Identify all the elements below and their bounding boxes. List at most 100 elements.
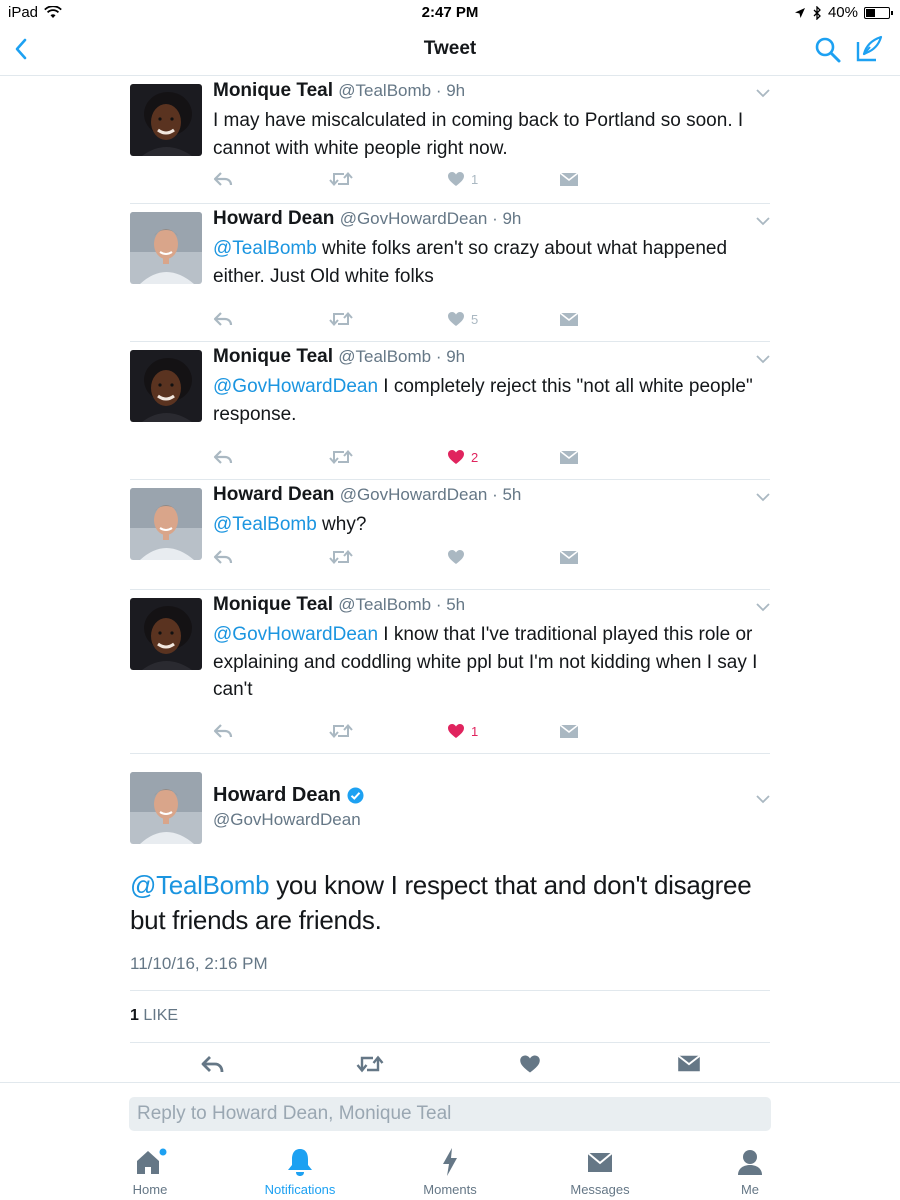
avatar[interactable] — [130, 350, 202, 422]
focused-tweet-actions — [130, 1054, 770, 1080]
author-name[interactable]: Monique Teal — [213, 594, 333, 615]
nav-bar: Tweet — [0, 26, 900, 76]
likes-summary[interactable]: 1 LIKE — [130, 1007, 178, 1025]
like-count: 5 — [471, 311, 479, 327]
reply-icon — [213, 450, 233, 464]
avatar[interactable] — [130, 84, 202, 156]
tab-me[interactable]: Me — [690, 1146, 810, 1197]
message-button[interactable] — [559, 168, 579, 190]
chevron-down-icon[interactable] — [756, 492, 770, 502]
author-name-label: Howard Dean — [213, 784, 341, 806]
heart-icon — [448, 450, 464, 464]
tweet-text: @TealBomb why? — [213, 511, 758, 539]
reply-icon[interactable] — [200, 1054, 224, 1074]
reply-input[interactable]: Reply to Howard Dean, Monique Teal — [129, 1097, 771, 1131]
chevron-down-icon[interactable] — [756, 88, 770, 98]
avatar[interactable] — [130, 212, 202, 284]
like-count: 1 — [471, 723, 479, 739]
reply-icon — [213, 724, 233, 738]
message-button[interactable] — [559, 308, 579, 330]
like-button[interactable]: 5 — [447, 308, 478, 330]
author-name[interactable]: Howard Dean — [213, 484, 334, 505]
tweet-actions — [213, 546, 593, 568]
tweet[interactable]: Monique Teal @TealBomb · 5h @GovHowardDe… — [130, 590, 770, 754]
tweet-text: @GovHowardDean I know that I've traditio… — [213, 621, 758, 704]
tab-messages[interactable]: Messages — [540, 1146, 660, 1197]
retweet-icon — [329, 171, 353, 187]
message-button[interactable] — [559, 546, 579, 568]
mention-link[interactable]: @TealBomb — [213, 238, 317, 259]
mention-link[interactable]: @GovHowardDean — [213, 376, 378, 397]
home-icon — [137, 1148, 167, 1174]
reply-button[interactable] — [213, 446, 233, 468]
retweet-icon — [329, 311, 353, 327]
mention-link[interactable]: @TealBomb — [213, 514, 317, 535]
tweet-time: · 9h — [435, 81, 466, 100]
tweet-text: @TealBomb white folks aren't so crazy ab… — [213, 235, 758, 290]
retweet-button[interactable] — [329, 446, 353, 468]
tab-notifications[interactable]: Notifications — [240, 1146, 360, 1197]
author-name[interactable]: Howard Dean — [213, 784, 364, 807]
mention-link[interactable]: @GovHowardDean — [213, 624, 378, 645]
avatar[interactable] — [130, 772, 202, 844]
tweet-body: I may have miscalculated in coming back … — [213, 110, 744, 159]
tweet[interactable]: Howard Dean @GovHowardDean · 5h @TealBom… — [130, 480, 770, 590]
heart-icon[interactable] — [519, 1054, 541, 1074]
tweet-header: Howard Dean @GovHowardDean · 9h — [213, 208, 521, 230]
like-button[interactable]: 1 — [447, 720, 478, 742]
chevron-down-icon[interactable] — [756, 602, 770, 612]
chevron-down-icon[interactable] — [756, 216, 770, 226]
bluetooth-icon — [813, 5, 821, 20]
author-name[interactable]: Monique Teal — [213, 80, 333, 101]
retweet-button[interactable] — [329, 546, 353, 568]
reply-icon — [213, 550, 233, 564]
battery-percent: 40% — [827, 4, 858, 21]
chevron-down-icon[interactable] — [756, 354, 770, 364]
author-name[interactable]: Monique Teal — [213, 346, 333, 367]
retweet-button[interactable] — [329, 308, 353, 330]
compose-tweet-icon[interactable] — [854, 34, 884, 64]
avatar[interactable] — [130, 488, 202, 560]
like-button[interactable] — [447, 546, 471, 568]
tweet[interactable]: Howard Dean @GovHowardDean · 9h @TealBom… — [130, 204, 770, 342]
reply-button[interactable] — [213, 720, 233, 742]
author-name[interactable]: Howard Dean — [213, 208, 334, 229]
envelope-icon[interactable] — [677, 1054, 701, 1073]
mention-link[interactable]: @TealBomb — [130, 870, 270, 900]
like-button[interactable]: 1 — [447, 168, 478, 190]
tweet-header: Howard Dean @GovHowardDean · 5h — [213, 484, 521, 506]
tweet-actions: 2 — [213, 446, 593, 468]
divider — [130, 990, 770, 991]
like-count: 2 — [471, 449, 479, 465]
tab-bar: Home Notifications Moments Messages Me — [0, 1142, 900, 1200]
reply-button[interactable] — [213, 308, 233, 330]
tab-home[interactable]: Home — [90, 1146, 210, 1197]
tweet-time: · 5h — [435, 595, 466, 614]
page-title: Tweet — [423, 38, 477, 59]
tweet[interactable]: Monique Teal @TealBomb · 9h I may have m… — [130, 76, 770, 204]
heart-icon — [448, 724, 464, 738]
tweet-header: Monique Teal @TealBomb · 5h — [213, 594, 465, 616]
tweet-time: · 5h — [492, 485, 522, 504]
like-button[interactable]: 2 — [447, 446, 478, 468]
tab-label: Home — [132, 1182, 168, 1197]
likes-count: 1 — [130, 1007, 139, 1024]
tweet[interactable]: Monique Teal @TealBomb · 9h @GovHowardDe… — [130, 342, 770, 480]
search-icon[interactable] — [814, 36, 842, 64]
retweet-icon[interactable] — [356, 1054, 384, 1074]
message-button[interactable] — [559, 446, 579, 468]
likes-label: LIKE — [143, 1007, 179, 1024]
retweet-button[interactable] — [329, 168, 353, 190]
retweet-button[interactable] — [329, 720, 353, 742]
divider — [130, 1042, 770, 1043]
person-icon — [738, 1150, 762, 1175]
chevron-down-icon[interactable] — [756, 794, 770, 804]
avatar[interactable] — [130, 598, 202, 670]
retweet-icon — [329, 449, 353, 465]
retweet-icon — [329, 549, 353, 565]
reply-button[interactable] — [213, 168, 233, 190]
author-handle: @TealBomb — [338, 81, 436, 100]
tab-moments[interactable]: Moments — [390, 1146, 510, 1197]
message-button[interactable] — [559, 720, 579, 742]
reply-button[interactable] — [213, 546, 233, 568]
